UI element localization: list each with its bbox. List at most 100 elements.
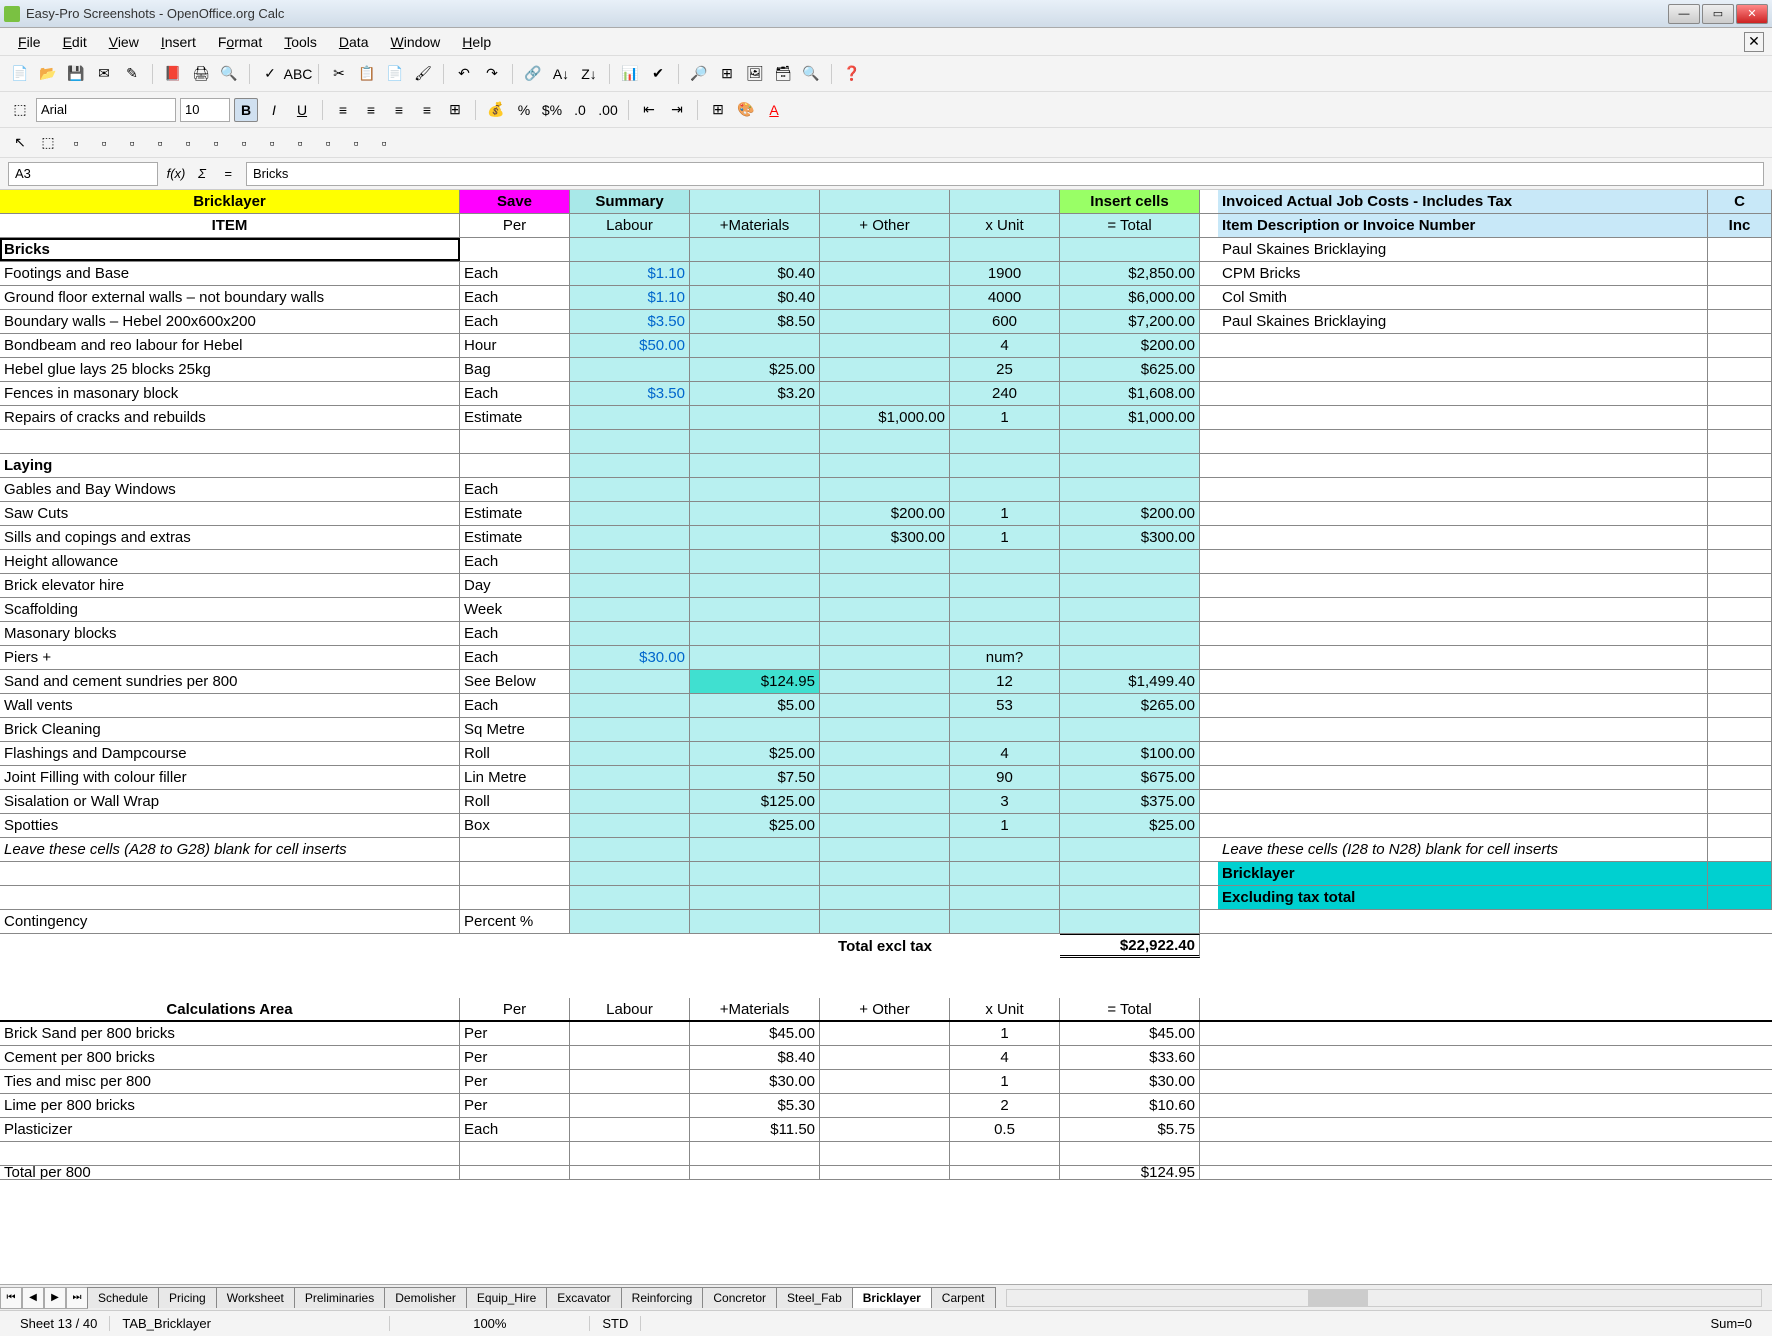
fontcolor-icon[interactable]: A xyxy=(762,98,786,122)
table-row-item[interactable]: Joint Filling with colour filler xyxy=(0,766,460,789)
table-row-materials[interactable] xyxy=(690,502,820,525)
table-row-item[interactable]: Sisalation or Wall Wrap xyxy=(0,790,460,813)
table-row-unit[interactable] xyxy=(950,478,1060,501)
calc-area-header[interactable]: Calculations Area xyxy=(0,998,460,1020)
table-row-other[interactable] xyxy=(820,478,950,501)
sheet-tab-excavator[interactable]: Excavator xyxy=(546,1287,621,1308)
table-row-item[interactable]: Repairs of cracks and rebuilds xyxy=(0,406,460,429)
merge-icon[interactable]: ⊞ xyxy=(443,98,467,122)
table-row-per[interactable]: Per xyxy=(460,1070,570,1093)
table-row-other[interactable] xyxy=(820,790,950,813)
col-per[interactable]: Per xyxy=(460,214,570,237)
sheet-tab-carpent[interactable]: Carpent xyxy=(931,1287,996,1308)
decrease-indent-icon[interactable]: ⇤ xyxy=(637,98,661,122)
table-row-labour[interactable]: $1.10 xyxy=(570,262,690,285)
preview-icon[interactable]: 🔍 xyxy=(217,62,241,86)
table-row-total[interactable]: $300.00 xyxy=(1060,526,1200,549)
open-icon[interactable]: 📂 xyxy=(36,62,60,86)
table-row-per[interactable]: Each xyxy=(460,382,570,405)
email-icon[interactable]: ✉ xyxy=(92,62,116,86)
calc-col-materials[interactable]: +Materials xyxy=(690,998,820,1020)
table-row-item[interactable]: Ground floor external walls – not bounda… xyxy=(0,286,460,309)
table-row-other[interactable] xyxy=(820,1070,950,1093)
check-icon[interactable]: ✔ xyxy=(646,62,670,86)
close-button[interactable]: ✕ xyxy=(1736,4,1768,24)
table-row-total[interactable]: $265.00 xyxy=(1060,694,1200,717)
table-row-unit[interactable]: 4000 xyxy=(950,286,1060,309)
tab-first-icon[interactable]: ⏮ xyxy=(0,1287,22,1309)
table-row-other[interactable] xyxy=(820,574,950,597)
table-row-total[interactable]: $375.00 xyxy=(1060,790,1200,813)
table-row-other[interactable] xyxy=(820,1094,950,1117)
table-row-materials[interactable] xyxy=(690,334,820,357)
table-row-total[interactable]: $1,608.00 xyxy=(1060,382,1200,405)
tool13-icon[interactable]: ▫ xyxy=(344,131,368,155)
calc-col-total[interactable]: = Total xyxy=(1060,998,1200,1020)
table-row-unit[interactable]: 2 xyxy=(950,1094,1060,1117)
tab-last-icon[interactable]: ⏭ xyxy=(66,1287,88,1309)
table-row-other[interactable] xyxy=(820,646,950,669)
table-row-labour[interactable] xyxy=(570,574,690,597)
table-row-labour[interactable] xyxy=(570,1094,690,1117)
cell[interactable] xyxy=(950,190,1060,213)
table-row-per[interactable]: Sq Metre xyxy=(460,718,570,741)
tool12-icon[interactable]: ▫ xyxy=(316,131,340,155)
table-row-other[interactable] xyxy=(820,694,950,717)
table-row-unit[interactable] xyxy=(950,622,1060,645)
table-row-unit[interactable]: 4 xyxy=(950,1046,1060,1069)
table-row-materials[interactable]: $5.30 xyxy=(690,1094,820,1117)
remove-decimal-icon[interactable]: .00 xyxy=(596,98,620,122)
col-labour[interactable]: Labour xyxy=(570,214,690,237)
col-materials[interactable]: +Materials xyxy=(690,214,820,237)
table-row-per[interactable]: Hour xyxy=(460,334,570,357)
table-row-other[interactable]: $300.00 xyxy=(820,526,950,549)
tool10-icon[interactable]: ▫ xyxy=(260,131,284,155)
tool8-icon[interactable]: ▫ xyxy=(204,131,228,155)
section-laying[interactable]: Laying xyxy=(0,454,460,477)
table-row-total[interactable] xyxy=(1060,550,1200,573)
sheet-tab-equip_hire[interactable]: Equip_Hire xyxy=(466,1287,547,1308)
menu-insert[interactable]: Insert xyxy=(151,30,206,54)
inv-row[interactable] xyxy=(1218,670,1708,693)
inv-row[interactable] xyxy=(1218,358,1708,381)
table-row-labour[interactable] xyxy=(570,622,690,645)
print-icon[interactable]: 🖨 xyxy=(189,62,213,86)
copy-icon[interactable]: 📋 xyxy=(355,62,379,86)
table-row-unit[interactable]: num? xyxy=(950,646,1060,669)
table-row-unit[interactable]: 3 xyxy=(950,790,1060,813)
sheet-tab-demolisher[interactable]: Demolisher xyxy=(384,1287,467,1308)
sort-desc-icon[interactable]: Z↓ xyxy=(577,62,601,86)
table-row-unit[interactable]: 12 xyxy=(950,670,1060,693)
table-row-unit[interactable]: 4 xyxy=(950,334,1060,357)
sheet-tab-reinforcing[interactable]: Reinforcing xyxy=(621,1287,704,1308)
table-row-other[interactable] xyxy=(820,262,950,285)
table-row-per[interactable]: Each xyxy=(460,550,570,573)
sheet-tab-pricing[interactable]: Pricing xyxy=(158,1287,217,1308)
table-row-other[interactable] xyxy=(820,670,950,693)
table-row-item[interactable]: Wall vents xyxy=(0,694,460,717)
invoiced-sub2[interactable]: Inc xyxy=(1708,214,1772,237)
table-row-materials[interactable]: $11.50 xyxy=(690,1118,820,1141)
tool6-icon[interactable]: ▫ xyxy=(148,131,172,155)
sum-icon[interactable]: Σ xyxy=(190,162,214,186)
table-row-per[interactable]: Each xyxy=(460,478,570,501)
table-row-materials[interactable]: $3.20 xyxy=(690,382,820,405)
table-row-per[interactable]: Each xyxy=(460,310,570,333)
table-row-total[interactable]: $675.00 xyxy=(1060,766,1200,789)
tab-next-icon[interactable]: ▶ xyxy=(44,1287,66,1309)
tool14-icon[interactable]: ▫ xyxy=(372,131,396,155)
align-justify-icon[interactable]: ≡ xyxy=(415,98,439,122)
table-row-materials[interactable] xyxy=(690,550,820,573)
cell[interactable] xyxy=(820,190,950,213)
table-row-labour[interactable] xyxy=(570,766,690,789)
table-row-item[interactable]: Footings and Base xyxy=(0,262,460,285)
summary-excl-tax[interactable]: Excluding tax total xyxy=(1218,886,1708,909)
table-row-per[interactable]: Per xyxy=(460,1094,570,1117)
table-row-unit[interactable]: 1 xyxy=(950,1022,1060,1045)
bgcolor-icon[interactable]: 🎨 xyxy=(734,98,758,122)
inv-row[interactable] xyxy=(1218,502,1708,525)
tool7-icon[interactable]: ▫ xyxy=(176,131,200,155)
align-right-icon[interactable]: ≡ xyxy=(387,98,411,122)
total-label[interactable]: Total excl tax xyxy=(820,934,950,958)
table-row-per[interactable]: Estimate xyxy=(460,526,570,549)
